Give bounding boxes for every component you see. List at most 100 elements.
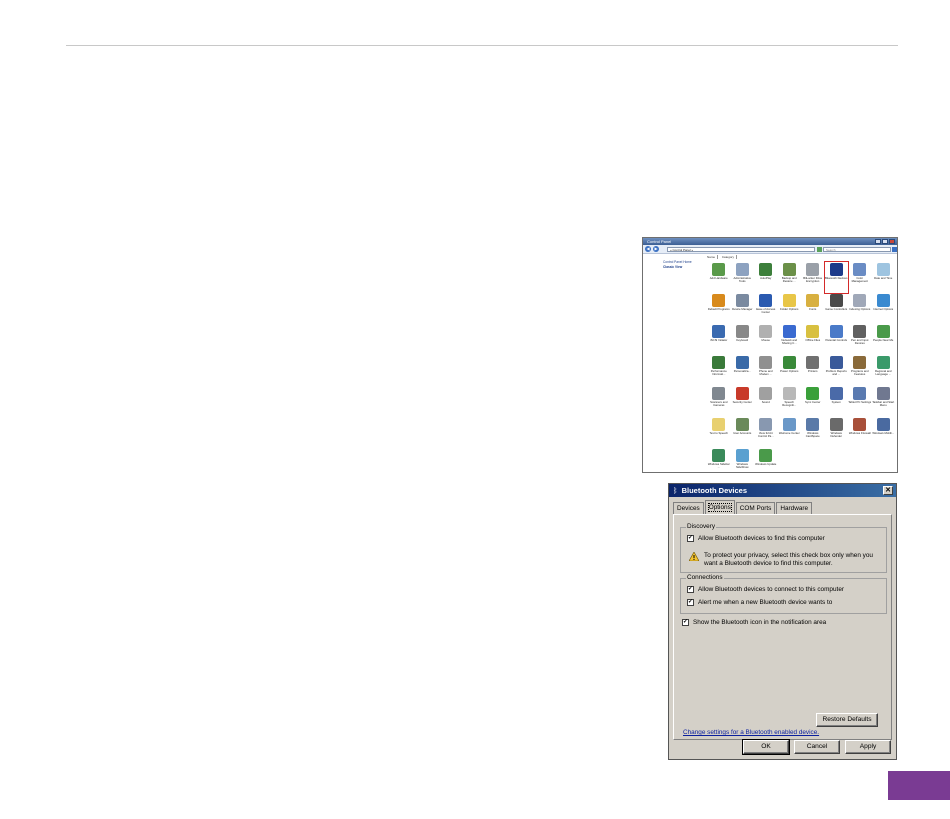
control-panel-item[interactable]: Administrative Tools <box>731 262 755 293</box>
control-panel-item[interactable]: Windows Sidebar ... <box>707 448 731 472</box>
control-panel-item[interactable]: Phone and Modem ... <box>754 355 778 386</box>
alert-new-checkbox[interactable]: ✓ Alert me when a new Bluetooth device w… <box>687 599 832 606</box>
control-panel-item[interactable]: Device Manager <box>731 293 755 324</box>
control-panel-item[interactable]: Internet Options <box>872 293 896 324</box>
column-header-name[interactable]: Name <box>707 255 719 259</box>
forward-arrow-icon[interactable]: ▶ <box>653 246 659 252</box>
control-panel-item[interactable]: Performance Informati... <box>707 355 731 386</box>
minimize-button[interactable] <box>875 239 881 244</box>
control-panel-item[interactable]: Printers <box>801 355 825 386</box>
control-panel-item[interactable]: BitLocker Drive Encryption <box>801 262 825 293</box>
checkbox-mark[interactable]: ✓ <box>687 599 694 606</box>
control-panel-item-icon <box>829 418 843 431</box>
control-panel-item[interactable]: Date and Time <box>872 262 896 293</box>
tab-com-ports[interactable]: COM Ports <box>735 502 776 514</box>
control-panel-item[interactable]: User Accounts <box>731 417 755 448</box>
apply-button[interactable]: Apply <box>845 740 891 754</box>
control-panel-item[interactable]: Speech Recogniti... <box>778 386 802 417</box>
tab-hardware[interactable]: Hardware <box>776 502 813 514</box>
maximize-button[interactable] <box>882 239 888 244</box>
control-panel-item-icon <box>806 294 820 307</box>
control-panel-item[interactable]: Regional and Language ... <box>872 355 896 386</box>
control-panel-item[interactable]: Windows Update <box>754 448 778 472</box>
control-panel-item-label: Pen and Input Devices <box>851 339 869 346</box>
control-panel-item-icon <box>829 387 843 400</box>
tab-options[interactable]: Options <box>704 500 735 514</box>
control-panel-item[interactable]: Keyboard <box>731 324 755 355</box>
change-settings-link[interactable]: Change settings for a Bluetooth enabled … <box>683 729 819 736</box>
search-input[interactable]: Search <box>823 247 891 252</box>
control-panel-item[interactable]: Mouse <box>754 324 778 355</box>
control-panel-item[interactable]: Fonts <box>801 293 825 324</box>
control-panel-item-label: Sound <box>761 401 770 404</box>
control-panel-item-label: Administrative Tools <box>733 277 752 284</box>
control-panel-item[interactable]: Network and Sharing C... <box>778 324 802 355</box>
control-panel-item[interactable]: Problem Reports and ... <box>825 355 849 386</box>
control-panel-item-icon <box>712 263 726 276</box>
control-panel-item[interactable]: Windows SideShow <box>731 448 755 472</box>
control-panel-item-label: Windows SideShow <box>735 463 749 470</box>
control-panel-item[interactable]: Tablet PC Settings <box>848 386 872 417</box>
go-icon[interactable] <box>817 247 822 252</box>
control-panel-item[interactable]: Windows CardSpace <box>801 417 825 448</box>
allow-connect-checkbox[interactable]: ✓ Allow Bluetooth devices to connect to … <box>687 586 844 593</box>
search-icon[interactable] <box>892 247 897 252</box>
control-panel-item[interactable]: Taskbar and Start Menu <box>872 386 896 417</box>
control-panel-item[interactable]: System <box>825 386 849 417</box>
control-panel-item[interactable]: Welcome Center <box>778 417 802 448</box>
control-panel-item[interactable]: Pen and Input Devices <box>848 324 872 355</box>
restore-defaults-button[interactable]: Restore Defaults <box>816 713 878 727</box>
show-icon-checkbox[interactable]: ✓ Show the Bluetooth icon in the notific… <box>682 619 826 626</box>
control-panel-item[interactable]: Windows Defender <box>825 417 849 448</box>
control-panel-item[interactable]: Default Programs <box>707 293 731 324</box>
control-panel-item[interactable]: Windows Firewall <box>848 417 872 448</box>
control-panel-item[interactable]: Programs and Features <box>848 355 872 386</box>
control-panel-item[interactable]: Security Center <box>731 386 755 417</box>
control-panel-item[interactable]: Ease of Access Center <box>754 293 778 324</box>
control-panel-item[interactable]: Folder Options <box>778 293 802 324</box>
control-panel-item[interactable]: Text to Speech <box>707 417 731 448</box>
control-panel-item[interactable]: Color Management <box>848 262 872 293</box>
control-panel-item[interactable]: Sound <box>754 386 778 417</box>
control-panel-item[interactable]: Game Controllers <box>825 293 849 324</box>
address-bar: ◀ ▶ « Control Panel » Search <box>643 245 897 254</box>
control-panel-item[interactable]: Windows Mobili... <box>872 417 896 448</box>
control-panel-item-icon <box>759 418 773 431</box>
close-icon[interactable]: ✕ <box>883 486 893 495</box>
checkbox-mark[interactable]: ✓ <box>682 619 689 626</box>
control-panel-item[interactable]: Bluetooth Devices <box>823 261 849 294</box>
checkbox-mark[interactable]: ✓ <box>687 586 694 593</box>
control-panel-titlebar: Control Panel <box>643 238 897 245</box>
control-panel-item[interactable]: Parental Controls <box>825 324 849 355</box>
checkbox-mark[interactable]: ✓ <box>687 535 694 542</box>
control-panel-item[interactable]: Offline Files <box>801 324 825 355</box>
control-panel-item[interactable]: View 32-bit Control Pa... <box>754 417 778 448</box>
control-panel-item[interactable]: Scanners and Cameras <box>707 386 731 417</box>
allow-find-checkbox[interactable]: ✓ Allow Bluetooth devices to find this c… <box>687 535 825 542</box>
control-panel-item[interactable]: Add Hardware <box>707 262 731 293</box>
sidebar-link-classic-view[interactable]: Classic View <box>663 265 705 270</box>
column-header-category[interactable]: Category <box>721 255 738 259</box>
control-panel-item[interactable]: AutoPlay <box>754 262 778 293</box>
control-panel-item-label: Welcome Center <box>778 432 800 435</box>
control-panel-item-icon <box>876 418 890 431</box>
control-panel-item[interactable]: iSCSI Initiator <box>707 324 731 355</box>
cancel-button[interactable]: Cancel <box>794 740 840 754</box>
control-panel-item[interactable]: Backup and Restore ... <box>778 262 802 293</box>
tab-devices[interactable]: Devices <box>673 502 704 514</box>
control-panel-item-label: Network and Sharing C... <box>781 339 798 346</box>
control-panel-item-icon <box>876 356 890 369</box>
control-panel-item[interactable]: Sync Center <box>801 386 825 417</box>
control-panel-item[interactable]: People Near Me <box>872 324 896 355</box>
control-panel-title: Control Panel <box>647 239 672 244</box>
control-panel-item[interactable]: Power Options <box>778 355 802 386</box>
control-panel-item-icon <box>782 356 796 369</box>
control-panel-item-label: Power Options <box>780 370 799 373</box>
close-button[interactable] <box>889 239 895 244</box>
control-panel-item[interactable]: Personaliza... <box>731 355 755 386</box>
control-panel-item-label: Performance Informati... <box>710 370 727 377</box>
back-arrow-icon[interactable]: ◀ <box>645 246 651 252</box>
ok-button[interactable]: OK <box>742 739 790 755</box>
control-panel-item[interactable]: Indexing Options <box>848 293 872 324</box>
address-field[interactable]: « Control Panel » <box>667 247 815 252</box>
